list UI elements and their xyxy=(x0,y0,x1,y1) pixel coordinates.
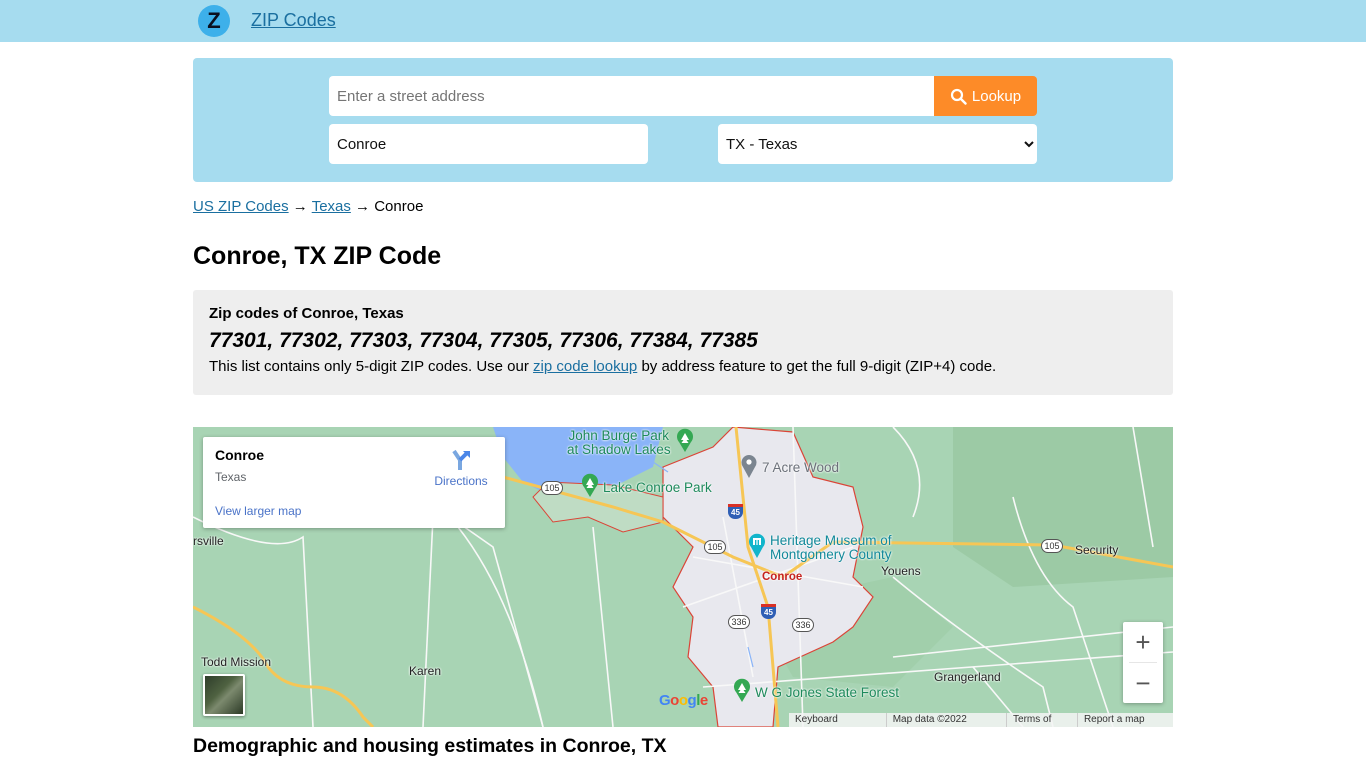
keyboard-shortcuts-link[interactable]: Keyboard shortcuts xyxy=(789,713,886,727)
zoom-in-button[interactable]: + xyxy=(1123,622,1163,662)
poi-heritage-museum[interactable]: Heritage Museum of Montgomery County xyxy=(770,534,892,562)
demographics-heading: Demographic and housing estimates in Con… xyxy=(193,735,667,757)
poi-7-acre-wood[interactable]: 7 Acre Wood xyxy=(762,461,839,475)
city-input[interactable] xyxy=(329,124,648,164)
note-text: by address feature to get the full 9-dig… xyxy=(637,358,997,375)
place-label-todd-mission: Todd Mission xyxy=(201,655,272,669)
place-label-youens: Youens xyxy=(881,564,921,578)
directions-button[interactable]: Directions xyxy=(429,449,493,488)
map-embed[interactable]: John Burge Park at Shadow Lakes Lake Con… xyxy=(193,427,1173,727)
lookup-label: Lookup xyxy=(971,87,1022,105)
museum-pin-icon[interactable] xyxy=(747,532,767,558)
top-bar: Z ZIP Codes xyxy=(0,0,1366,42)
place-label-karen: Karen xyxy=(409,664,442,678)
lookup-button[interactable]: Lookup xyxy=(934,76,1037,116)
forest-area xyxy=(953,427,1173,587)
report-map-error-link[interactable]: Report a map error xyxy=(1076,713,1173,727)
zoom-controls: + − xyxy=(1123,622,1163,703)
terms-of-use-link[interactable]: Terms of Use xyxy=(1006,713,1077,727)
breadcrumb: US ZIP Codes → Texas → Conroe xyxy=(193,198,423,215)
highway-336-shield: 336 xyxy=(792,618,814,632)
poi-label: Heritage Museum of Montgomery County xyxy=(770,533,892,562)
place-label-grangerland: Grangerland xyxy=(934,670,1001,684)
page-title: Conroe, TX ZIP Code xyxy=(193,242,442,270)
zip-codes-list: 77301, 77302, 77303, 77304, 77305, 77306… xyxy=(209,329,758,352)
map-card-title: Conroe xyxy=(215,447,264,463)
park-pin-icon[interactable] xyxy=(732,678,752,702)
site-logo[interactable]: Z xyxy=(198,5,230,37)
highway-105-shield: 105 xyxy=(704,540,726,554)
google-logo: Google xyxy=(659,692,708,709)
zip-code-lookup-link[interactable]: zip code lookup xyxy=(533,358,637,375)
park-pin-icon[interactable] xyxy=(580,473,600,497)
map-card-subtitle: Texas xyxy=(215,470,247,484)
interstate-45-shield: 45 xyxy=(761,604,776,619)
zip-note: This list contains only 5-digit ZIP code… xyxy=(209,358,1157,375)
state-select[interactable]: TX - Texas xyxy=(718,124,1037,164)
poi-label: John Burge Park at Shadow Lakes xyxy=(567,428,671,457)
breadcrumb-current: Conroe xyxy=(374,198,424,215)
map-info-card: Conroe Texas Directions View larger map xyxy=(203,437,505,528)
zip-codes-box: Zip codes of Conroe, Texas 77301, 77302,… xyxy=(193,290,1173,395)
highway-105-shield: 105 xyxy=(1041,539,1063,553)
zip-codes-label: Zip codes of Conroe, Texas xyxy=(209,305,404,322)
interstate-45-shield: 45 xyxy=(728,504,743,519)
street-address-input[interactable] xyxy=(329,76,935,116)
poi-john-burge-park[interactable]: John Burge Park at Shadow Lakes xyxy=(567,429,671,457)
directions-label: Directions xyxy=(434,474,488,488)
view-larger-map-link[interactable]: View larger map xyxy=(215,504,301,518)
search-icon xyxy=(950,88,967,105)
breadcrumb-us-zip-codes[interactable]: US ZIP Codes xyxy=(193,198,289,215)
map-attribution: Keyboard shortcuts Map data ©2022 Google… xyxy=(789,713,1173,727)
satellite-layer-toggle[interactable] xyxy=(203,674,245,716)
site-name-link[interactable]: ZIP Codes xyxy=(251,10,336,31)
city-label-conroe: Conroe xyxy=(762,571,803,583)
poi-wg-jones-state-forest[interactable]: W G Jones State Forest xyxy=(755,686,899,700)
search-panel: Lookup TX - Texas xyxy=(193,58,1173,182)
place-pin-icon[interactable] xyxy=(740,454,758,478)
map-data-credit: Map data ©2022 Google xyxy=(885,713,1006,727)
note-text: This list contains only 5-digit ZIP code… xyxy=(209,358,534,375)
place-label-willis: rsville xyxy=(193,534,224,548)
breadcrumb-separator: → xyxy=(292,198,308,215)
zoom-out-button[interactable]: − xyxy=(1123,663,1163,703)
highway-336-shield: 336 xyxy=(728,615,750,629)
breadcrumb-separator: → xyxy=(355,198,371,215)
poi-lake-conroe-park[interactable]: Lake Conroe Park xyxy=(603,481,712,495)
place-label-security: Security xyxy=(1075,543,1119,557)
highway-105-shield: 105 xyxy=(541,481,563,495)
breadcrumb-texas[interactable]: Texas xyxy=(312,198,351,215)
park-pin-icon[interactable] xyxy=(675,428,695,452)
directions-icon xyxy=(452,449,470,470)
